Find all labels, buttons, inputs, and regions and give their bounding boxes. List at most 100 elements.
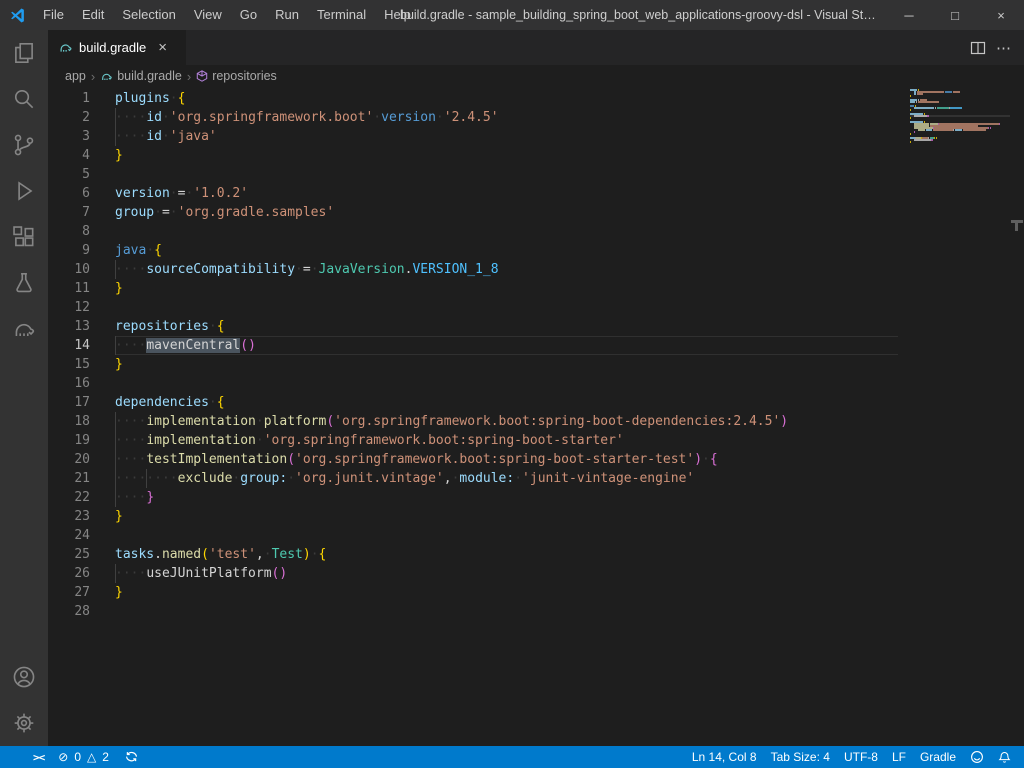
- code-line[interactable]: 28: [48, 602, 898, 621]
- warning-icon: △: [87, 750, 96, 764]
- gradle-file-icon: [58, 40, 73, 55]
- code-line[interactable]: 6version·=·'1.0.2': [48, 184, 898, 203]
- code-line[interactable]: 26····useJUnitPlatform(): [48, 564, 898, 583]
- minimize-button[interactable]: ─: [886, 0, 932, 30]
- whitespace-dots: ·: [146, 243, 154, 258]
- accounts-button[interactable]: [0, 654, 48, 700]
- code-line[interactable]: 5: [48, 165, 898, 184]
- remote-indicator[interactable]: ><: [26, 746, 51, 768]
- editor[interactable]: 1plugins·{2····id·'org.springframework.b…: [48, 87, 1024, 746]
- line-number: 7: [48, 203, 115, 222]
- code-line[interactable]: 16: [48, 374, 898, 393]
- whitespace-dots: ·: [162, 129, 170, 144]
- breadcrumb-repositories[interactable]: repositories: [196, 69, 277, 83]
- encoding-setting[interactable]: UTF-8: [837, 746, 885, 768]
- code-token: (: [201, 547, 209, 562]
- menu-file[interactable]: File: [34, 0, 73, 30]
- eol-setting[interactable]: LF: [885, 746, 913, 768]
- code-token: '1.0.2': [193, 186, 248, 201]
- line-number: 8: [48, 222, 115, 241]
- line-content: repositories·{: [115, 317, 898, 336]
- menu-edit[interactable]: Edit: [73, 0, 113, 30]
- code-line[interactable]: 14····mavenCentral(): [48, 336, 898, 355]
- code-token: ,: [256, 547, 264, 562]
- indentation-setting[interactable]: Tab Size: 4: [764, 746, 837, 768]
- code-token: sourceCompatibility: [146, 262, 295, 277]
- sync-icon: [125, 751, 138, 764]
- code-token: testImplementation: [146, 452, 287, 467]
- menu-run[interactable]: Run: [266, 0, 308, 30]
- code-token: group:: [240, 471, 287, 486]
- code-token: version: [381, 110, 436, 125]
- code-line[interactable]: 4}: [48, 146, 898, 165]
- line-number: 14: [48, 336, 115, 355]
- run-debug-button[interactable]: [0, 168, 48, 214]
- gradle-sidebar-button[interactable]: [0, 306, 48, 352]
- search-button[interactable]: [0, 76, 48, 122]
- cursor-position[interactable]: Ln 14, Col 8: [685, 746, 764, 768]
- overview-ruler[interactable]: [1010, 87, 1024, 746]
- whitespace-dots: ·: [209, 319, 217, 334]
- menu-view[interactable]: View: [185, 0, 231, 30]
- minimap-token: [918, 129, 925, 131]
- menu-bar: File Edit Selection View Go Run Terminal…: [34, 0, 420, 30]
- settings-button[interactable]: [0, 700, 48, 746]
- code-token: exclude: [178, 471, 233, 486]
- maximize-button[interactable]: □: [932, 0, 978, 30]
- code-line[interactable]: 11}: [48, 279, 898, 298]
- code-line[interactable]: 18····implementation·platform('org.sprin…: [48, 412, 898, 431]
- notifications-button[interactable]: [991, 746, 1018, 768]
- code-line[interactable]: 10····sourceCompatibility·=·JavaVersion.…: [48, 260, 898, 279]
- breadcrumb-app[interactable]: app: [65, 69, 86, 83]
- menu-selection[interactable]: Selection: [113, 0, 184, 30]
- line-number: 5: [48, 165, 115, 184]
- code-token: version: [115, 186, 170, 201]
- language-mode[interactable]: Gradle: [913, 746, 963, 768]
- breadcrumb-build-gradle[interactable]: build.gradle: [100, 69, 182, 83]
- explorer-button[interactable]: [0, 30, 48, 76]
- code-line[interactable]: 3····id·'java': [48, 127, 898, 146]
- minimap-token: [955, 129, 962, 131]
- whitespace-dots: ·: [287, 471, 295, 486]
- tab-close-icon[interactable]: ×: [158, 40, 167, 55]
- code-line[interactable]: 20····testImplementation('org.springfram…: [48, 450, 898, 469]
- line-content: version·=·'1.0.2': [115, 184, 898, 203]
- code-line[interactable]: 19····implementation·'org.springframewor…: [48, 431, 898, 450]
- code-line[interactable]: 7group·=·'org.gradle.samples': [48, 203, 898, 222]
- code-line[interactable]: 9java·{: [48, 241, 898, 260]
- code-line[interactable]: 2····id·'org.springframework.boot'·versi…: [48, 108, 898, 127]
- line-number: 26: [48, 564, 115, 583]
- code-line[interactable]: 24: [48, 526, 898, 545]
- extensions-button[interactable]: [0, 214, 48, 260]
- minimap-token: [945, 91, 952, 93]
- gradle-sync-indicator[interactable]: [118, 746, 145, 768]
- menu-go[interactable]: Go: [231, 0, 266, 30]
- code-line[interactable]: 13repositories·{: [48, 317, 898, 336]
- code-line[interactable]: 23}: [48, 507, 898, 526]
- feedback-button[interactable]: [963, 746, 991, 768]
- code-token: 'org.springframework.boot:spring-boot-de…: [334, 414, 780, 429]
- problems-indicator[interactable]: ⊘0 △2: [51, 746, 118, 768]
- menu-terminal[interactable]: Terminal: [308, 0, 375, 30]
- minimap[interactable]: [910, 89, 1010, 145]
- code-line[interactable]: 15}: [48, 355, 898, 374]
- code-line[interactable]: 8: [48, 222, 898, 241]
- menu-help[interactable]: Help: [375, 0, 420, 30]
- line-content: [115, 298, 898, 317]
- code-line[interactable]: 17dependencies·{: [48, 393, 898, 412]
- indent-guide: [115, 488, 116, 507]
- testing-button[interactable]: [0, 260, 48, 306]
- code-token: repositories: [115, 319, 209, 334]
- code-line[interactable]: 21········exclude·group:·'org.junit.vint…: [48, 469, 898, 488]
- source-control-button[interactable]: [0, 122, 48, 168]
- split-editor-icon[interactable]: [970, 40, 986, 56]
- minimap-token: [963, 129, 986, 131]
- close-button[interactable]: ×: [978, 0, 1024, 30]
- code-line[interactable]: 1plugins·{: [48, 89, 898, 108]
- tab-build-gradle[interactable]: build.gradle ×: [48, 30, 186, 65]
- code-line[interactable]: 25tasks.named('test',·Test)·{: [48, 545, 898, 564]
- more-actions-icon[interactable]: ⋯: [996, 39, 1012, 57]
- code-line[interactable]: 27}: [48, 583, 898, 602]
- code-line[interactable]: 22····}: [48, 488, 898, 507]
- code-line[interactable]: 12: [48, 298, 898, 317]
